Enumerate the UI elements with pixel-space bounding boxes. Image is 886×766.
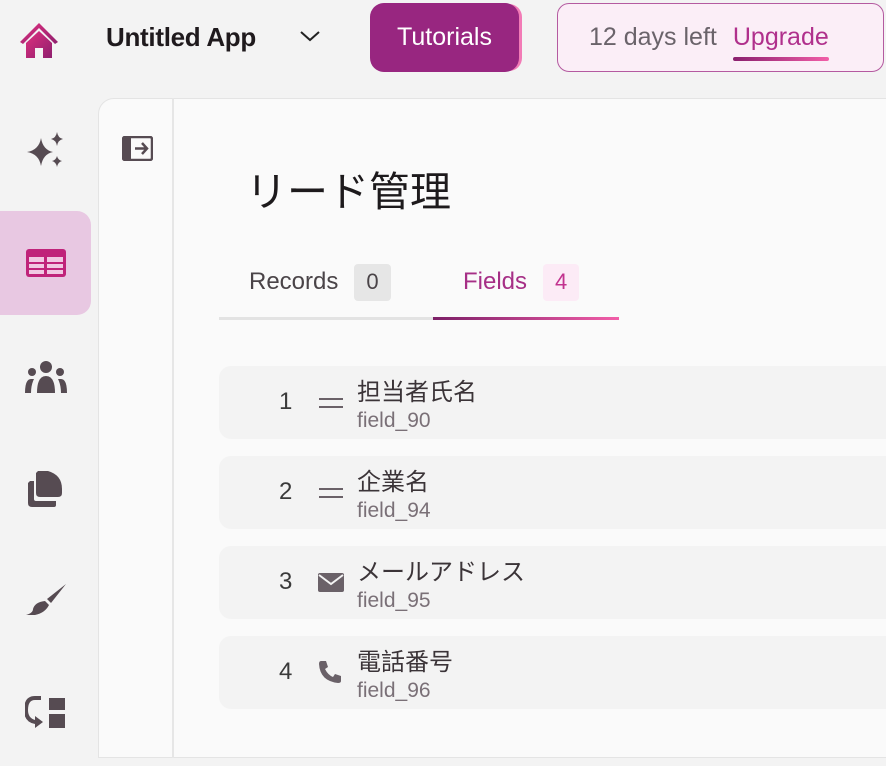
field-key: field_94 (357, 499, 431, 522)
trial-days-left: 12 days left (589, 23, 717, 51)
rail-documents[interactable] (0, 437, 91, 541)
table-icon (25, 249, 66, 277)
home-icon[interactable] (18, 20, 60, 60)
field-index: 3 (279, 568, 293, 595)
field-index: 2 (279, 478, 293, 505)
text-icon (319, 398, 343, 408)
tab-bar: Records 0 Fields 4 (219, 262, 619, 320)
field-key: field_96 (357, 679, 431, 702)
fields-count-badge: 4 (543, 263, 580, 301)
field-key: field_95 (357, 589, 431, 612)
app-name[interactable]: Untitled App (106, 22, 256, 53)
page-title: リード管理 (246, 168, 451, 216)
field-row[interactable]: 3 メールアドレス field_95 (219, 546, 886, 619)
field-index: 1 (279, 388, 293, 415)
trial-banner: 12 days left Upgrade (557, 3, 884, 72)
workflow-icon (24, 696, 65, 728)
field-key: field_90 (357, 409, 431, 432)
tab-records[interactable]: Records 0 (249, 262, 391, 302)
rail-users[interactable] (0, 325, 91, 429)
rail-tables[interactable] (0, 211, 91, 315)
active-tab-indicator (433, 317, 619, 320)
phone-icon (319, 661, 341, 683)
paintbrush-icon (25, 584, 66, 615)
field-label: 企業名 (357, 468, 429, 496)
documents-icon (27, 471, 62, 507)
rail-ai[interactable] (0, 98, 91, 202)
field-row[interactable]: 4 電話番号 field_96 (219, 636, 886, 709)
rail-workflows[interactable] (0, 662, 91, 766)
mail-icon (318, 573, 344, 592)
chevron-down-icon[interactable] (298, 26, 322, 46)
tutorials-button[interactable]: Tutorials (370, 3, 519, 72)
tab-fields[interactable]: Fields 4 (463, 262, 580, 302)
secondary-sidebar (98, 98, 174, 758)
rail-design[interactable] (0, 549, 91, 653)
tab-label: Records (249, 268, 339, 295)
field-row[interactable]: 2 企業名 field_94 (219, 456, 886, 529)
text-icon (319, 488, 343, 498)
tab-label: Fields (463, 268, 528, 295)
tab-underline (219, 317, 433, 320)
users-icon (24, 361, 67, 393)
sparkles-icon (26, 132, 63, 167)
top-bar: Untitled App Tutorials 12 days left Upgr… (0, 0, 886, 98)
expand-sidebar-icon[interactable] (122, 136, 153, 161)
field-label: メールアドレス (357, 558, 525, 586)
field-label: 担当者氏名 (357, 378, 477, 406)
upgrade-link[interactable]: Upgrade (732, 23, 829, 61)
field-row[interactable]: 1 担当者氏名 field_90 (219, 366, 886, 439)
field-label: 電話番号 (357, 648, 453, 676)
field-index: 4 (279, 658, 293, 685)
records-count-badge: 0 (354, 263, 391, 301)
